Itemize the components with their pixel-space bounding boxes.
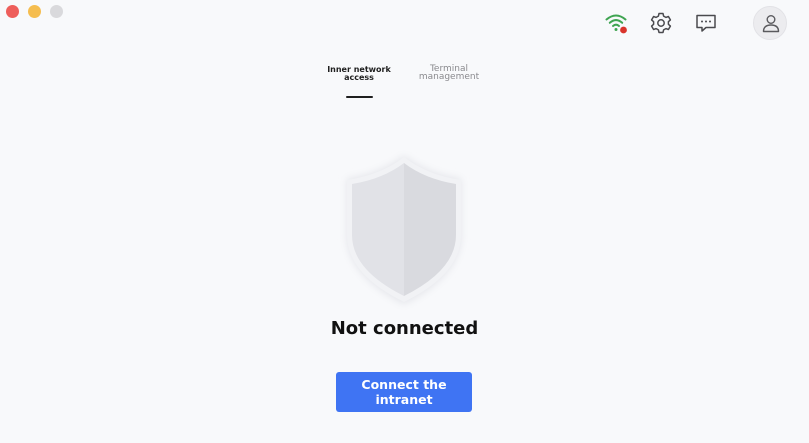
gear-icon[interactable] [649, 11, 673, 35]
active-tab-indicator [346, 96, 373, 98]
shield-icon [336, 150, 472, 310]
user-icon [762, 15, 780, 33]
message-icon[interactable] [694, 11, 718, 35]
wifi-icon[interactable] [604, 11, 628, 35]
tab-inner-network-access[interactable]: Inner network access [325, 66, 393, 82]
tab-terminal-management[interactable]: Terminal management [412, 65, 486, 82]
window-close-button[interactable] [6, 5, 19, 18]
window-minimize-button[interactable] [28, 5, 41, 18]
wifi-status-dot [620, 26, 627, 34]
connect-intranet-button[interactable]: Connect the intranet [336, 372, 472, 412]
app-window: Inner network access Terminal management… [0, 0, 809, 443]
connection-status: Not connected [330, 318, 479, 339]
window-zoom-button[interactable] [50, 5, 63, 18]
avatar-button[interactable] [753, 6, 787, 40]
